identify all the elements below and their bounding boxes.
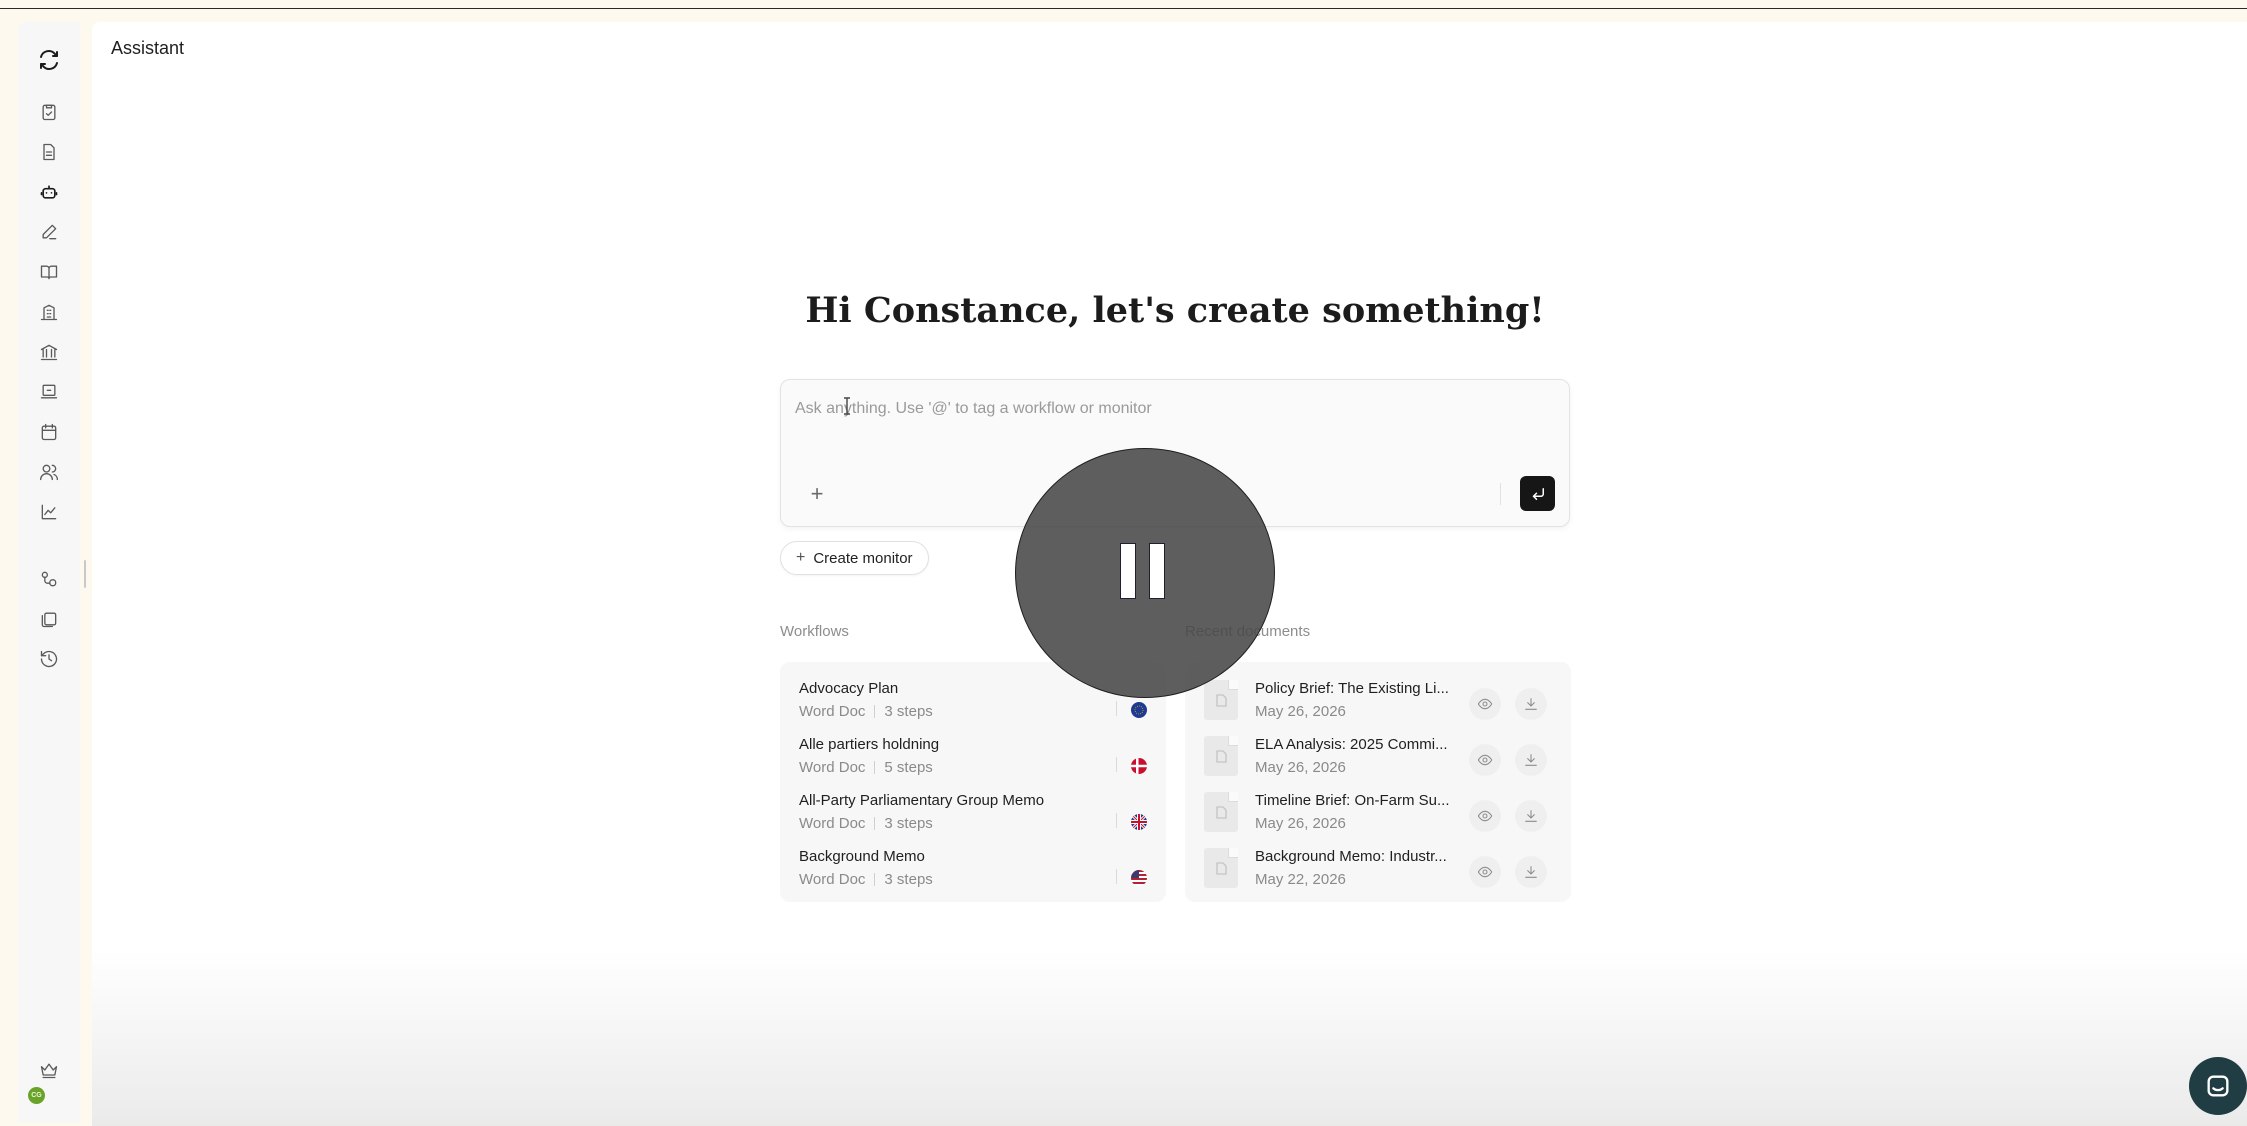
file-icon	[1216, 694, 1227, 707]
sidebar-item-monitor-icon[interactable]	[37, 380, 61, 404]
download-icon	[1525, 866, 1537, 878]
sidebar-item-documents-icon[interactable]	[37, 140, 61, 164]
download-button[interactable]	[1515, 744, 1547, 776]
sidebar-item-history-icon[interactable]	[37, 647, 61, 671]
sidebar-item-tasks-icon[interactable]	[37, 100, 61, 124]
create-monitor-label: Create monitor	[813, 549, 913, 567]
sidebar-resize-handle[interactable]	[84, 560, 86, 588]
file-icon	[1216, 806, 1227, 819]
support-chat-button[interactable]	[2189, 1057, 2247, 1115]
recent-documents-panel: Policy Brief: The Existing Li... May 26,…	[1185, 662, 1571, 902]
workflows-section-label: Workflows	[780, 623, 849, 640]
document-thumbnail	[1204, 736, 1238, 776]
file-icon	[1216, 750, 1227, 763]
document-title: Timeline Brief: On-Farm Su...	[1255, 792, 1450, 809]
sidebar-item-calendar-icon[interactable]	[37, 420, 61, 444]
eu-flag-icon	[1131, 702, 1147, 718]
eye-icon	[1477, 810, 1493, 822]
window-top-strip	[0, 0, 2247, 9]
document-title: Background Memo: Industr...	[1255, 848, 1447, 865]
denmark-flag-icon	[1131, 758, 1147, 774]
composer-divider	[1500, 483, 1501, 505]
document-thumbnail	[1204, 792, 1238, 832]
send-button[interactable]	[1520, 476, 1555, 511]
pause-icon	[1149, 543, 1165, 599]
file-icon	[1216, 862, 1227, 875]
workflows-panel: Advocacy Plan Word Doc 3 steps Alle parti…	[780, 662, 1166, 902]
pause-icon	[1120, 543, 1136, 599]
user-avatar[interactable]: CG	[28, 1087, 45, 1104]
download-icon	[1525, 698, 1537, 710]
download-icon	[1525, 754, 1537, 766]
app-logo-icon[interactable]	[37, 48, 61, 72]
download-button[interactable]	[1515, 856, 1547, 888]
document-title: ELA Analysis: 2025 Commi...	[1255, 736, 1448, 753]
sidebar-item-analytics-icon[interactable]	[37, 500, 61, 524]
page-title: Assistant	[111, 38, 185, 58]
download-button[interactable]	[1515, 688, 1547, 720]
pause-overlay-button[interactable]	[1015, 448, 1275, 698]
download-icon	[1525, 810, 1537, 822]
sidebar-item-library-icon[interactable]	[37, 260, 61, 284]
assistant-prompt-input[interactable]	[795, 394, 1555, 424]
greeting-heading: Hi Constance, let's create something!	[805, 290, 1545, 331]
download-button[interactable]	[1515, 800, 1547, 832]
workflow-title: Background Memo	[799, 848, 925, 865]
eye-icon	[1477, 866, 1493, 878]
workflow-title: All-Party Parliamentary Group Memo	[799, 792, 1045, 809]
sidebar-item-assistant-icon[interactable]	[37, 180, 61, 204]
eye-icon	[1477, 698, 1493, 710]
workflow-item[interactable]: Alle partiers holdning Word Doc 5 steps	[780, 718, 1166, 776]
sidebar-item-write-icon[interactable]	[37, 220, 61, 244]
preview-button[interactable]	[1469, 800, 1501, 832]
sidebar-item-contacts-icon[interactable]	[37, 460, 61, 484]
document-thumbnail	[1204, 848, 1238, 888]
preview-button[interactable]	[1469, 856, 1501, 888]
sidebar	[18, 22, 80, 1122]
workflow-item[interactable]: All-Party Parliamentary Group Memo Word …	[780, 774, 1166, 832]
document-item[interactable]: Background Memo: Industr... May 22, 2026	[1185, 830, 1571, 888]
add-attachment-button[interactable]: +	[806, 483, 828, 505]
preview-button[interactable]	[1469, 688, 1501, 720]
plus-icon: +	[796, 549, 806, 566]
sidebar-item-organizations-icon[interactable]	[37, 300, 61, 324]
preview-button[interactable]	[1469, 744, 1501, 776]
workflow-item[interactable]: Background Memo Word Doc 3 steps	[780, 830, 1166, 888]
enter-arrow-icon	[1532, 487, 1544, 500]
uk-flag-icon	[1131, 814, 1147, 830]
upgrade-crown-icon[interactable]	[37, 1058, 61, 1082]
workflow-title: Alle partiers holdning	[799, 736, 940, 753]
text-cursor-icon	[842, 397, 852, 415]
sidebar-item-workflows-icon[interactable]	[37, 567, 61, 591]
workflow-title: Advocacy Plan	[799, 680, 899, 697]
document-item[interactable]: ELA Analysis: 2025 Commi... May 26, 2026	[1185, 718, 1571, 776]
eye-icon	[1477, 754, 1493, 766]
document-date: May 22, 2026	[1255, 871, 1346, 888]
sidebar-item-institutions-icon[interactable]	[37, 340, 61, 364]
document-title: Policy Brief: The Existing Li...	[1255, 680, 1449, 697]
sidebar-item-collections-icon[interactable]	[37, 607, 61, 631]
avatar-initials: CG	[31, 1092, 42, 1099]
chat-icon	[2207, 1075, 2229, 1097]
document-item[interactable]: Policy Brief: The Existing Li... May 26,…	[1185, 662, 1571, 720]
workflow-meta: Word Doc 3 steps	[799, 871, 933, 888]
us-flag-icon	[1131, 870, 1147, 886]
document-item[interactable]: Timeline Brief: On-Farm Su... May 26, 20…	[1185, 774, 1571, 832]
document-thumbnail	[1204, 680, 1238, 720]
create-monitor-button[interactable]: + Create monitor	[780, 541, 929, 575]
